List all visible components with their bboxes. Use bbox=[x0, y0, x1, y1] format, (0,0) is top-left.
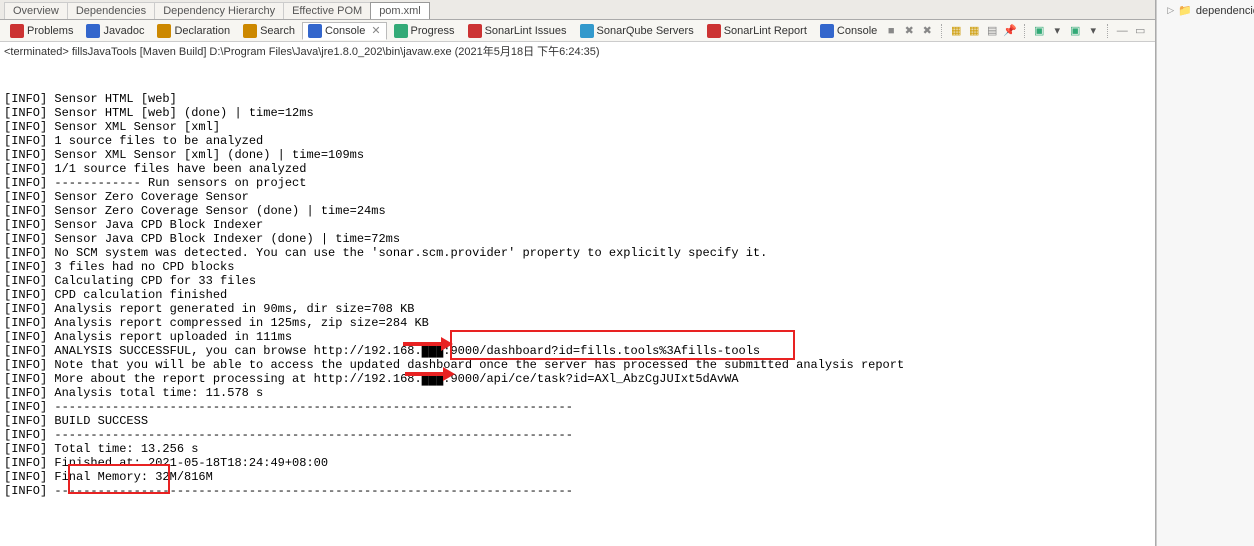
side-panel: ▷ 📁 dependencies bbox=[1156, 0, 1254, 546]
view-search[interactable]: Search bbox=[237, 22, 301, 40]
console-line: [INFO] Sensor HTML [web] bbox=[4, 92, 1151, 106]
console-line: [INFO] BUILD SUCCESS bbox=[4, 414, 1151, 428]
view-label: Search bbox=[260, 25, 295, 37]
minimize-icon[interactable]: — bbox=[1115, 24, 1129, 38]
slreport-icon bbox=[707, 24, 721, 38]
console-line: [INFO] ANALYSIS SUCCESSFUL, you can brow… bbox=[4, 344, 1151, 358]
console-line: [INFO] ------------ Run sensors on proje… bbox=[4, 176, 1151, 190]
console-output[interactable]: [INFO] ... [INFO] Sensor HTML [web][INFO… bbox=[0, 60, 1155, 546]
close-icon[interactable]: ✖ bbox=[902, 24, 916, 38]
display-selected-icon[interactable]: ▣ bbox=[1032, 24, 1046, 38]
view-declaration[interactable]: Declaration bbox=[151, 22, 236, 40]
sqservers-icon bbox=[580, 24, 594, 38]
console-line: [INFO] Sensor Java CPD Block Indexer (do… bbox=[4, 232, 1151, 246]
views-bar: Problems Javadoc Declaration Search Console ✕… bbox=[0, 20, 1155, 42]
console-line: [INFO] Sensor HTML [web] (done) | time=1… bbox=[4, 106, 1151, 120]
console-toolbar: ■ ✖ ✖ ▦ ▦ ▤ 📌 ▣ ▾ ▣ ▾ — ▭ bbox=[884, 24, 1151, 38]
console-line: [INFO] 1 source files to be analyzed bbox=[4, 134, 1151, 148]
open-console-icon[interactable]: ▣ bbox=[1068, 24, 1082, 38]
word-wrap-icon[interactable]: ▦ bbox=[967, 24, 981, 38]
console-line: [INFO] Note that you will be able to acc… bbox=[4, 358, 1151, 372]
view-javadoc[interactable]: Javadoc bbox=[80, 22, 150, 40]
console-line: [INFO] Analysis report generated in 90ms… bbox=[4, 302, 1151, 316]
view-label: Progress bbox=[411, 25, 455, 37]
javadoc-icon bbox=[86, 24, 100, 38]
view-slreport[interactable]: SonarLint Report bbox=[701, 22, 813, 40]
console-line: [INFO] Finished at: 2021-05-18T18:24:49+… bbox=[4, 456, 1151, 470]
scroll-lock-icon[interactable]: ▦ bbox=[949, 24, 963, 38]
maximize-icon[interactable]: ▭ bbox=[1133, 24, 1147, 38]
slissues-icon bbox=[468, 24, 482, 38]
console-line: [INFO] Calculating CPD for 33 files bbox=[4, 274, 1151, 288]
dropdown-icon[interactable]: ▾ bbox=[1050, 24, 1064, 38]
console-line: [INFO] Analysis report compressed in 125… bbox=[4, 316, 1151, 330]
clear-icon[interactable]: ▤ bbox=[985, 24, 999, 38]
view-label: Javadoc bbox=[103, 25, 144, 37]
tab-pom-xml[interactable]: pom.xml bbox=[370, 2, 430, 19]
console-line: [INFO] Final Memory: 32M/816M bbox=[4, 470, 1151, 484]
progress-icon bbox=[394, 24, 408, 38]
view-console2[interactable]: Console bbox=[814, 22, 883, 40]
pin-icon[interactable]: 📌 bbox=[1003, 24, 1017, 38]
remove-all-icon[interactable]: ■ bbox=[884, 24, 898, 38]
console-line: [INFO] 1/1 source files have been analyz… bbox=[4, 162, 1151, 176]
console-line: [INFO] ---------------------------------… bbox=[4, 400, 1151, 414]
side-item-label: dependencies bbox=[1196, 5, 1254, 17]
console-line: [INFO] Total time: 13.256 s bbox=[4, 442, 1151, 456]
folder-icon: 📁 bbox=[1178, 4, 1192, 17]
console-line: [INFO] Analysis total time: 11.578 s bbox=[4, 386, 1151, 400]
console2-icon bbox=[820, 24, 834, 38]
view-label: SonarLint Issues bbox=[485, 25, 567, 37]
view-label: Console bbox=[837, 25, 877, 37]
view-console[interactable]: Console ✕ bbox=[302, 22, 387, 40]
console-line: [INFO] 3 files had no CPD blocks bbox=[4, 260, 1151, 274]
console-line: [INFO] No SCM system was detected. You c… bbox=[4, 246, 1151, 260]
console-line: [INFO] Sensor Java CPD Block Indexer bbox=[4, 218, 1151, 232]
view-label: Declaration bbox=[174, 25, 230, 37]
console-line: [INFO] ---------------------------------… bbox=[4, 484, 1151, 498]
dropdown-icon[interactable]: ▾ bbox=[1086, 24, 1100, 38]
editor-tabs: OverviewDependenciesDependency Hierarchy… bbox=[0, 0, 1155, 20]
view-label: SonarLint Report bbox=[724, 25, 807, 37]
view-problems[interactable]: Problems bbox=[4, 22, 79, 40]
tab-overview[interactable]: Overview bbox=[4, 2, 68, 19]
console-line: [INFO] Sensor XML Sensor [xml] bbox=[4, 120, 1151, 134]
tab-dependency-hierarchy[interactable]: Dependency Hierarchy bbox=[154, 2, 284, 19]
console-line: [INFO] Sensor XML Sensor [xml] (done) | … bbox=[4, 148, 1151, 162]
tab-effective-pom[interactable]: Effective POM bbox=[283, 2, 371, 19]
problems-icon bbox=[10, 24, 24, 38]
remove-launch-icon[interactable]: ✖ bbox=[920, 24, 934, 38]
console-line: [INFO] Sensor Zero Coverage Sensor bbox=[4, 190, 1151, 204]
console-line: [INFO] Analysis report uploaded in 111ms bbox=[4, 330, 1151, 344]
view-progress[interactable]: Progress bbox=[388, 22, 461, 40]
console-icon bbox=[308, 24, 322, 38]
console-line: [INFO] ---------------------------------… bbox=[4, 428, 1151, 442]
declaration-icon bbox=[157, 24, 171, 38]
tab-dependencies[interactable]: Dependencies bbox=[67, 2, 155, 19]
view-label: Problems bbox=[27, 25, 73, 37]
view-sqservers[interactable]: SonarQube Servers bbox=[574, 22, 700, 40]
close-view-icon[interactable]: ✕ bbox=[371, 24, 380, 37]
console-line: [INFO] CPD calculation finished bbox=[4, 288, 1151, 302]
side-item-dependencies[interactable]: ▷ 📁 dependencies bbox=[1159, 2, 1254, 19]
view-slissues[interactable]: SonarLint Issues bbox=[462, 22, 573, 40]
search-icon bbox=[243, 24, 257, 38]
chevron-right-icon: ▷ bbox=[1167, 5, 1174, 16]
console-line: [INFO] Sensor Zero Coverage Sensor (done… bbox=[4, 204, 1151, 218]
view-label: SonarQube Servers bbox=[597, 25, 694, 37]
console-status: <terminated> fillsJavaTools [Maven Build… bbox=[0, 42, 1155, 60]
console-line: [INFO] More about the report processing … bbox=[4, 372, 1151, 386]
view-label: Console bbox=[325, 25, 365, 37]
